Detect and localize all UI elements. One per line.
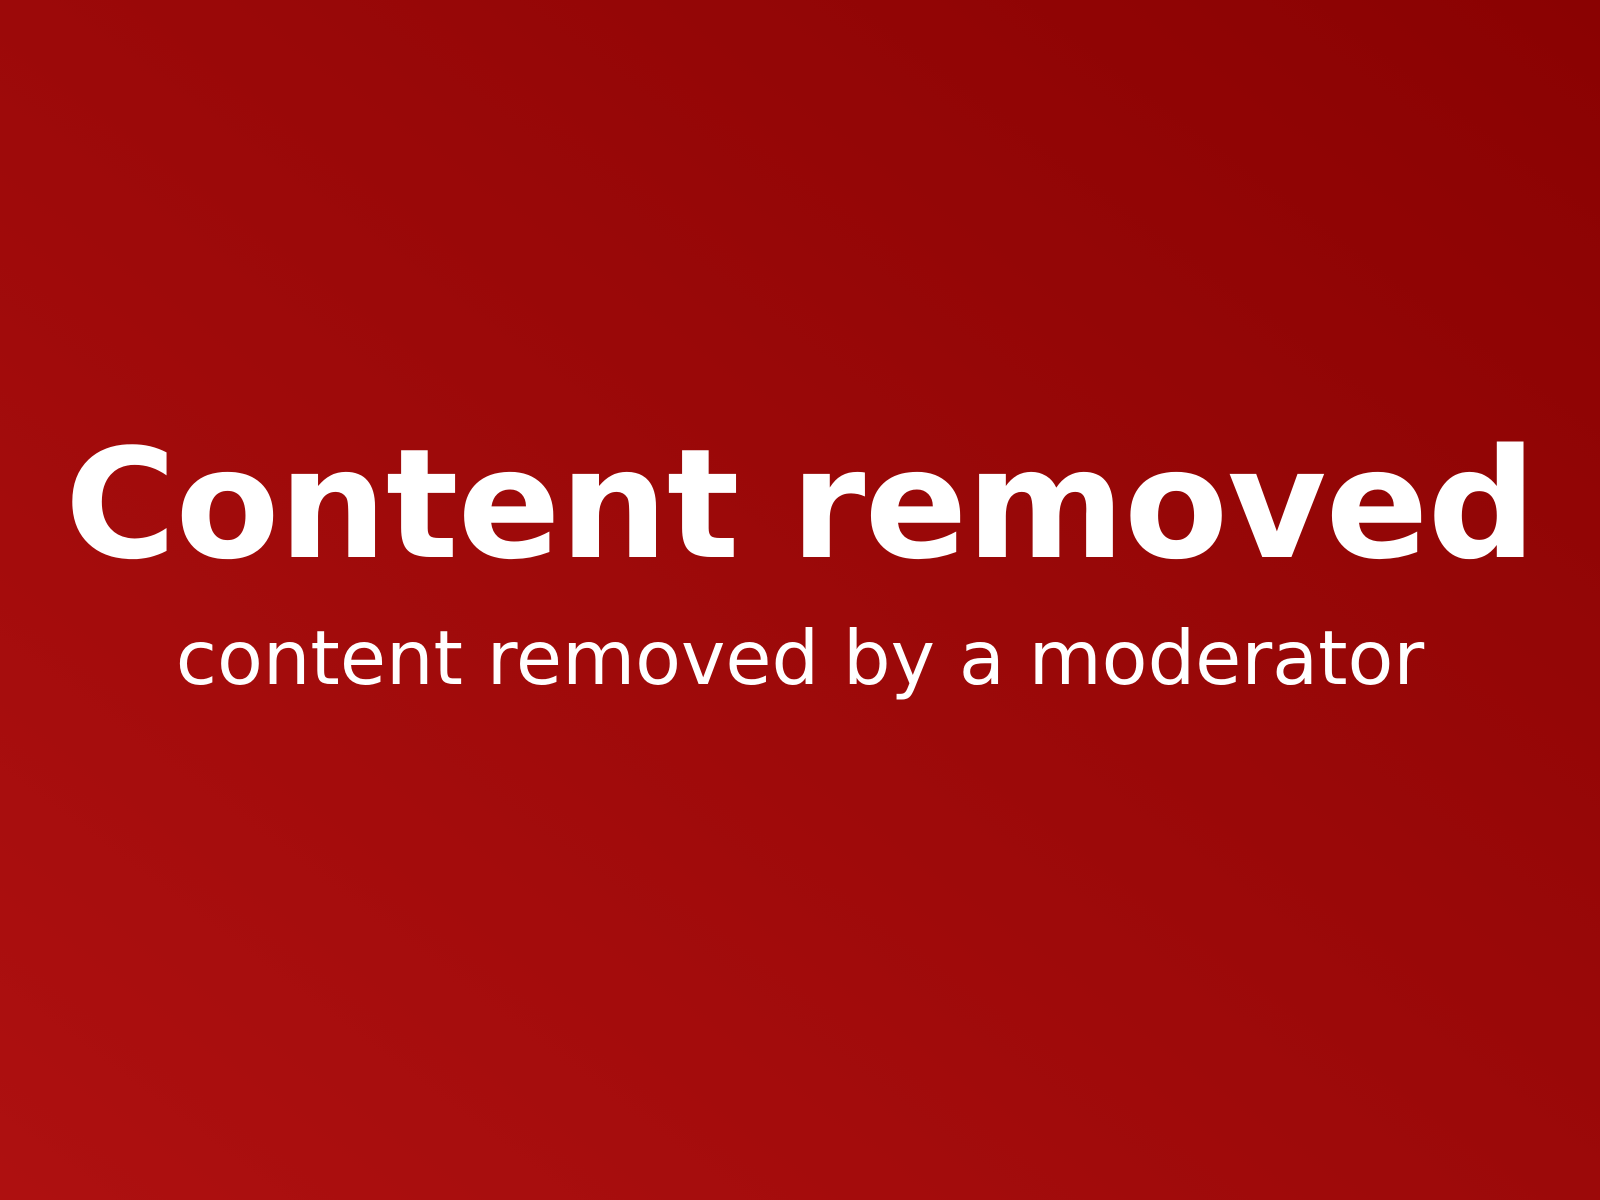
notice-title: Content removed	[64, 416, 1537, 593]
removal-notice: Content removed content removed by a mod…	[0, 0, 1600, 1200]
notice-subtitle: content removed by a moderator	[175, 614, 1425, 702]
